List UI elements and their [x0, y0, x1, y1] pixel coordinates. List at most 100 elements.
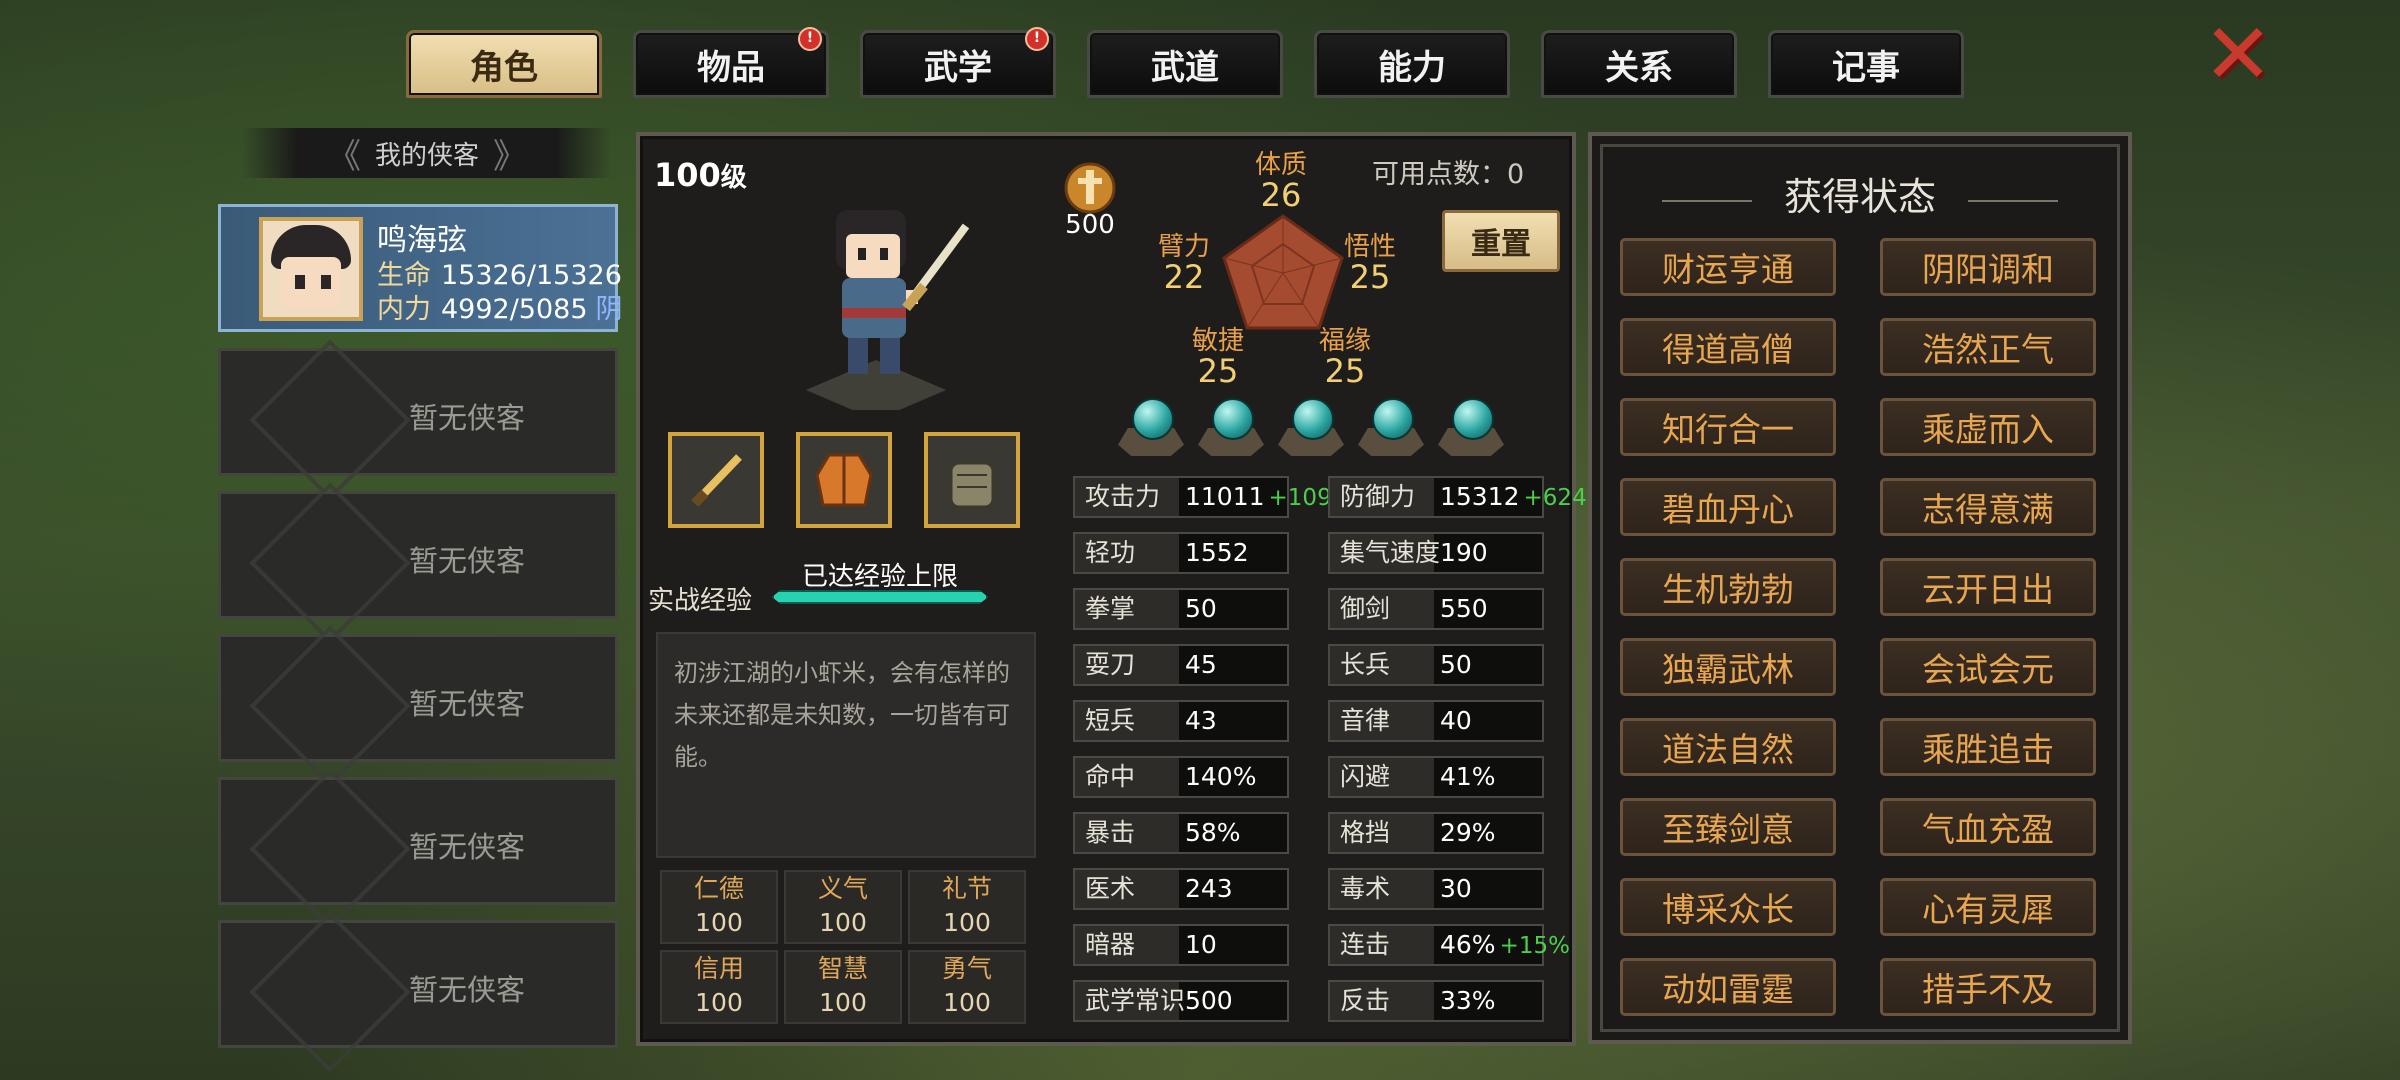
stat-name: 拳掌 [1075, 590, 1179, 628]
empty-slot-label: 暂无侠客 [409, 687, 526, 721]
hero-slot-selected[interactable]: 鸣海弦 生命 15326/15326 内力 4992/5085 阴 [218, 204, 623, 332]
status-buff-button[interactable]: 至臻剑意 [1620, 798, 1836, 856]
empty-slot-label: 暂无侠客 [409, 830, 526, 864]
virtue-value: 100 [943, 908, 991, 937]
virtue-value: 100 [819, 908, 867, 937]
chevron-left-icon[interactable]: 《 [327, 129, 361, 178]
close-icon[interactable]: ✕ [2202, 12, 2274, 96]
stat-value: 1552 [1185, 538, 1249, 567]
status-buff-button[interactable]: 乘虚而入 [1880, 398, 2096, 456]
status-buff-button[interactable]: 得道高僧 [1620, 318, 1836, 376]
stat-value: 33% [1440, 986, 1496, 1015]
stat-value: 45 [1185, 650, 1217, 679]
stat-name: 格挡 [1330, 814, 1434, 852]
status-buff-button[interactable]: 气血充盈 [1880, 798, 2096, 856]
stat-name: 医术 [1075, 870, 1179, 908]
status-buff-button[interactable]: 阴阳调和 [1880, 238, 2096, 296]
tab-6[interactable]: 记事 [1768, 30, 1964, 98]
stat-value: 11011 +1090 [1185, 482, 1347, 511]
status-buff-button[interactable]: 措手不及 [1880, 958, 2096, 1016]
equip-armor-slot[interactable] [796, 432, 892, 528]
exp-status-text: 已达经验上限 [801, 562, 958, 592]
tab-4[interactable]: 能力 [1314, 30, 1510, 98]
status-buff-button[interactable]: 道法自然 [1620, 718, 1836, 776]
chevron-right-icon[interactable]: 》 [493, 129, 527, 178]
equip-accessory-slot[interactable] [924, 432, 1020, 528]
stat-name: 音律 [1330, 702, 1434, 740]
attr-bili: 臂力 22 [1157, 232, 1210, 296]
status-buff-button[interactable]: 碧血丹心 [1620, 478, 1836, 536]
status-buff-button[interactable]: 云开日出 [1880, 558, 2096, 616]
tab-label: 能力 [1378, 47, 1446, 88]
stat-row: 轻功 1552 [1073, 532, 1289, 574]
virtue-name: 仁德 [693, 874, 744, 903]
virtue-value: 100 [695, 908, 743, 937]
virtue-stat: 仁德 100 [660, 870, 778, 944]
sword-icon [691, 454, 742, 507]
stat-row: 武学常识 500 [1073, 980, 1289, 1022]
stat-value: 140% [1185, 762, 1257, 791]
hero-list-title: 我的侠客 [374, 140, 479, 171]
hero-slot-empty[interactable]: 暂无侠客 [218, 911, 618, 1073]
status-buff-button[interactable]: 会试会元 [1880, 638, 2096, 696]
stat-bonus: +15% [1499, 933, 1570, 959]
tab-5[interactable]: 关系 [1541, 30, 1737, 98]
stat-value: 550 [1440, 594, 1488, 623]
reset-button[interactable]: 重置 [1442, 210, 1560, 272]
notification-badge: ! [1025, 27, 1049, 51]
stat-name: 御剑 [1330, 590, 1434, 628]
status-buff-button[interactable]: 独霸武林 [1620, 638, 1836, 696]
stat-row: 医术 243 [1073, 868, 1289, 910]
stat-name: 长兵 [1330, 646, 1434, 684]
tab-label: 武道 [1151, 47, 1219, 88]
virtue-stat: 礼节 100 [908, 870, 1026, 944]
hero-slot-empty[interactable]: 暂无侠客 [218, 625, 618, 787]
tab-label: 关系 [1605, 47, 1673, 88]
tab-1[interactable]: 物品! [633, 27, 829, 98]
level-label: 100级 [654, 156, 747, 194]
hero-list-header: 《 我的侠客 》 [242, 128, 612, 178]
hero-avatar [259, 217, 363, 321]
meridian-orb-icon[interactable] [1116, 398, 1186, 462]
hero-slot-empty[interactable]: 暂无侠客 [218, 482, 618, 644]
meridian-orb-icon[interactable] [1276, 398, 1346, 462]
equip-weapon-slot[interactable] [668, 432, 764, 528]
status-buff-button[interactable]: 动如雷霆 [1620, 958, 1836, 1016]
hero-slot-empty[interactable]: 暂无侠客 [218, 768, 618, 930]
tab-2[interactable]: 武学! [860, 27, 1056, 98]
stat-bonus: +624 [1523, 485, 1587, 511]
attr-wuxing: 悟性 25 [1343, 232, 1396, 296]
virtue-stat: 义气 100 [784, 870, 902, 944]
status-buff-button[interactable]: 博采众长 [1620, 878, 1836, 936]
stat-name: 集气速度 [1330, 534, 1440, 572]
stat-name: 短兵 [1075, 702, 1179, 740]
empty-silhouette-icon [249, 768, 411, 930]
empty-silhouette-icon [249, 911, 411, 1073]
status-buff-button[interactable]: 知行合一 [1620, 398, 1836, 456]
status-title: 获得状态 [1783, 175, 1936, 219]
attr-minjie: 敏捷 25 [1191, 326, 1244, 390]
status-buff-button[interactable]: 志得意满 [1880, 478, 2096, 536]
empty-slot-label: 暂无侠客 [409, 973, 526, 1007]
tab-3[interactable]: 武道 [1087, 30, 1283, 98]
attribute-pentagon-chart [1222, 214, 1344, 330]
meridian-orb-icon[interactable] [1436, 398, 1506, 462]
notification-badge: ! [798, 27, 822, 51]
virtue-name: 勇气 [941, 954, 992, 983]
status-buff-button[interactable]: 心有灵犀 [1880, 878, 2096, 936]
stat-row: 御剑 550 [1328, 588, 1544, 630]
status-buff-button[interactable]: 生机勃勃 [1620, 558, 1836, 616]
stat-row: 长兵 50 [1328, 644, 1544, 686]
stat-row: 反击 33% [1328, 980, 1544, 1022]
meridian-orb-icon[interactable] [1356, 398, 1426, 462]
status-buff-button[interactable]: 浩然正气 [1880, 318, 2096, 376]
tab-0[interactable]: 角色 [406, 30, 602, 98]
meridian-orb-icon[interactable] [1196, 398, 1266, 462]
status-buff-button[interactable]: 财运亨通 [1620, 238, 1836, 296]
hero-slot-empty[interactable]: 暂无侠客 [218, 339, 618, 501]
status-buff-button[interactable]: 乘胜追击 [1880, 718, 2096, 776]
stat-value: 40 [1440, 706, 1472, 735]
stat-name: 反击 [1330, 982, 1434, 1020]
stat-name: 闪避 [1330, 758, 1434, 796]
stat-name: 暗器 [1075, 926, 1179, 964]
